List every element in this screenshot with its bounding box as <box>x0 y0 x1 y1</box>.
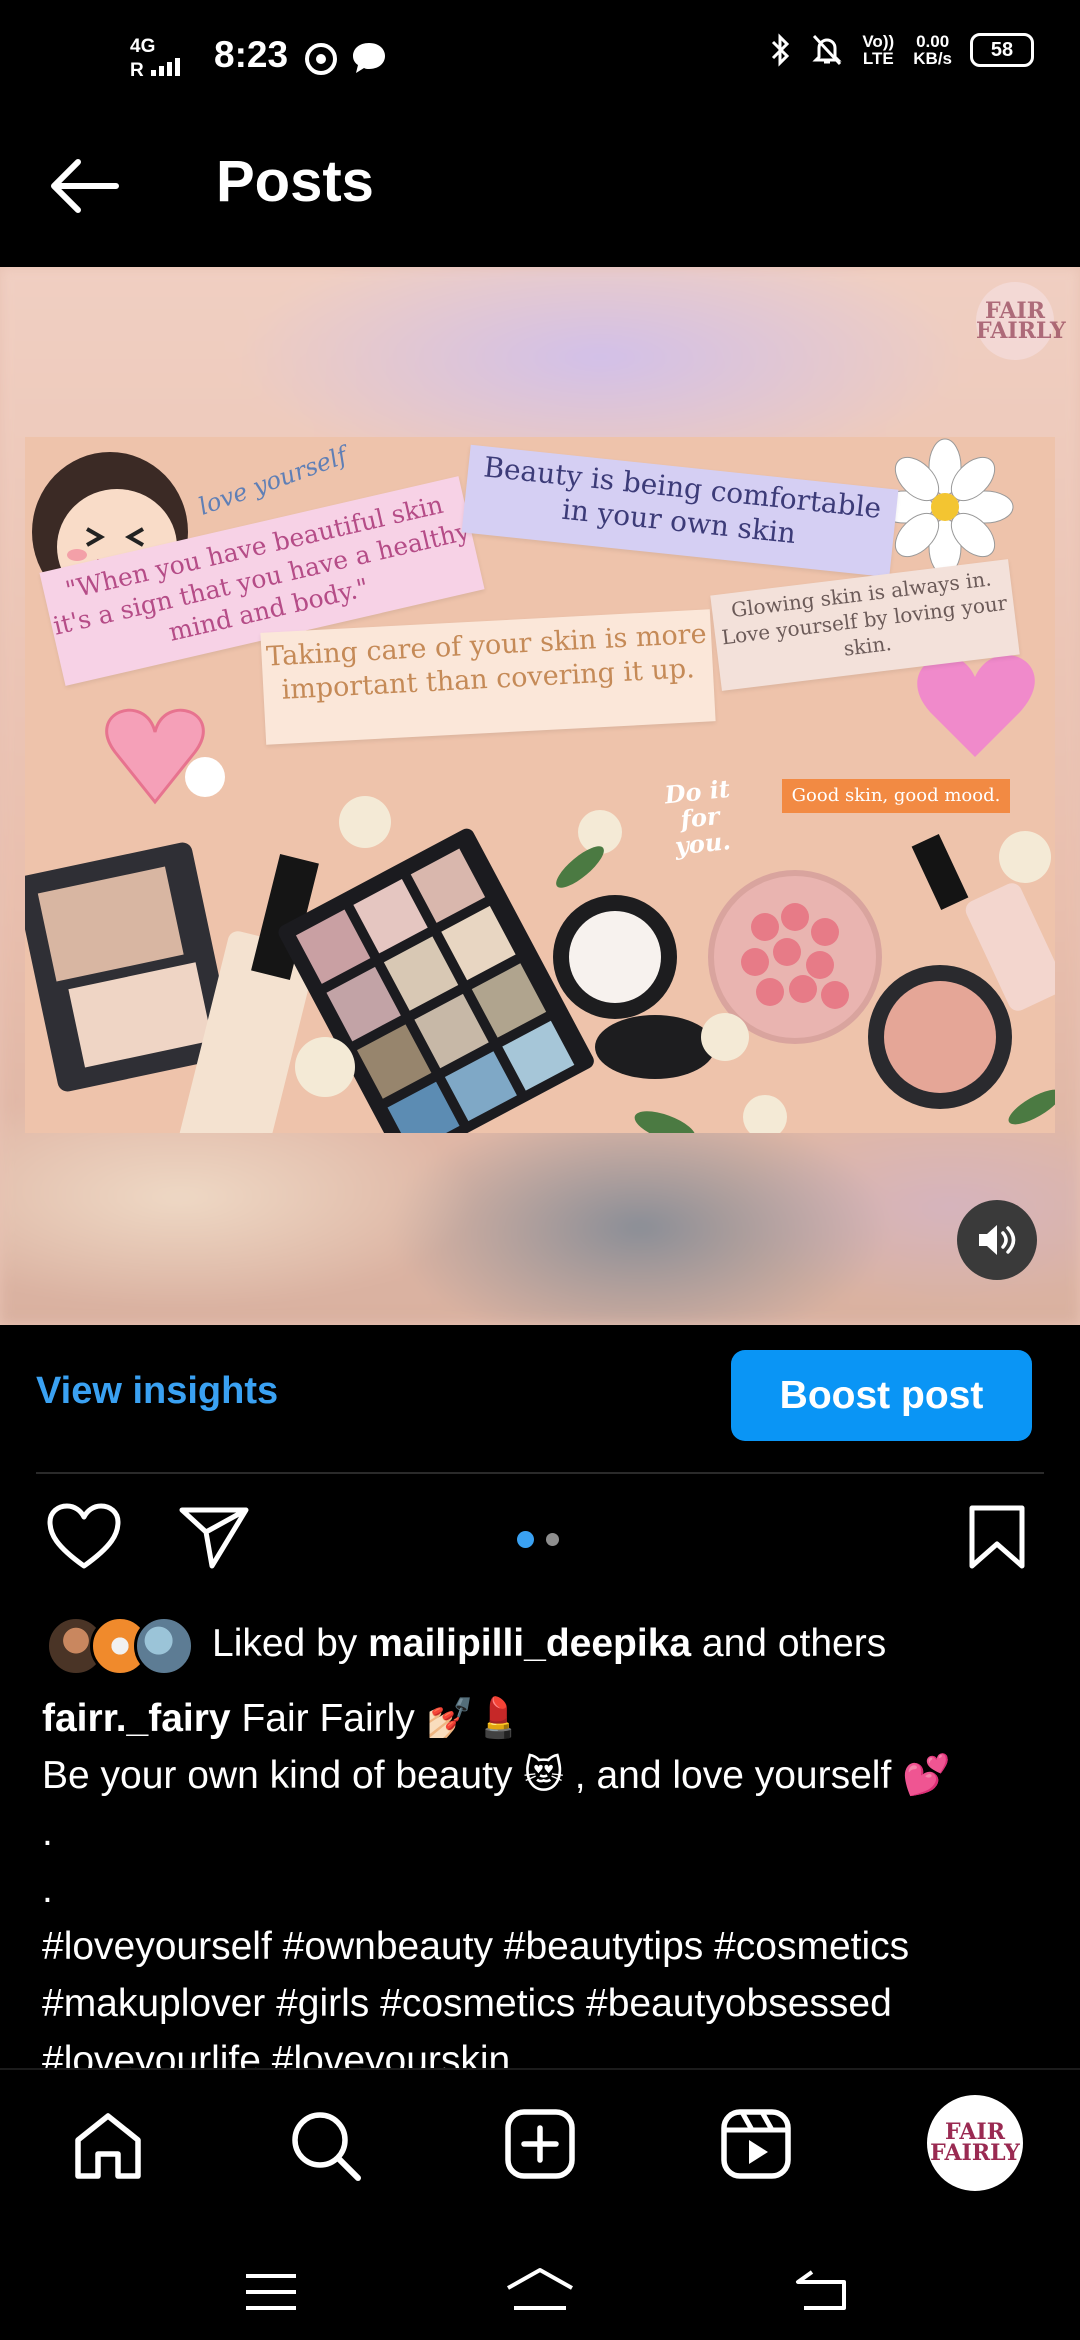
do-it-for-you-script: Do it for you. <box>663 773 732 861</box>
battery-indicator: 58 <box>970 33 1034 67</box>
bottom-nav <box>0 2068 1080 2220</box>
divider <box>36 1472 1044 1474</box>
status-right: Vo)) LTE 0.00 KB/s 58 <box>769 32 1034 68</box>
caption-first-line: Fair Fairly 💅🏻💄 <box>241 1697 523 1740</box>
quote-note-5: Good skin, good mood. <box>782 779 1010 813</box>
clock: 8:23 <box>214 34 289 75</box>
status-bar: 4G R 8:23 Vo)) LTE 0.00 KB/s 58 <box>0 0 1080 110</box>
bluetooth-icon <box>772 33 790 67</box>
profile-logo-line2: FAIRLY <box>930 2140 1020 2166</box>
save-bookmark-icon[interactable] <box>966 1504 1028 1570</box>
caption-username[interactable]: fairr._fairy <box>42 1697 231 1740</box>
hashtags-line[interactable]: #loveyourself #ownbeauty #beautytips #co… <box>42 1918 1052 1975</box>
home-system-icon[interactable] <box>504 2266 576 2314</box>
share-send-icon[interactable] <box>178 1504 250 1570</box>
battery-level: 58 <box>990 38 1014 61</box>
boost-post-button[interactable]: Boost post <box>731 1350 1032 1441</box>
system-nav-bar <box>0 2218 1080 2340</box>
caption-line: Be your own kind of beauty 😻 , and love … <box>42 1754 951 1797</box>
quote-note-3: Taking care of your skin is more importa… <box>260 609 716 745</box>
roaming-label: R <box>130 60 144 81</box>
liked-suffix: and others <box>701 1622 887 1665</box>
watermark-logo: FAIR FAIRLY <box>976 282 1066 360</box>
back-system-icon[interactable] <box>794 2268 850 2312</box>
hashtags-line[interactable]: #makuplover #girls #cosmetics #beautyobs… <box>42 1975 1052 2032</box>
sound-toggle-button[interactable] <box>957 1200 1037 1280</box>
speed-value: 0.00 <box>916 32 950 51</box>
glossy-heart-icon <box>917 654 1035 757</box>
blush-compact-icon <box>868 965 1012 1109</box>
view-insights-link[interactable]: View insights <box>36 1370 278 1413</box>
signal-icon <box>151 58 181 76</box>
carousel-dot <box>546 1533 559 1546</box>
bear-icon <box>185 757 225 797</box>
daisy-flower-icon <box>876 438 1014 576</box>
volte-label: Vo)) LTE <box>862 32 895 68</box>
message-icon <box>353 43 385 73</box>
network-speed: 0.00 KB/s <box>913 33 952 67</box>
liked-username[interactable]: mailipilli_deepika <box>368 1622 691 1665</box>
like-heart-icon[interactable] <box>46 1502 122 1572</box>
page-title: Posts <box>216 149 374 214</box>
avatar <box>134 1616 194 1676</box>
reels-icon[interactable] <box>720 2108 792 2180</box>
post-image: love yourself "When you have beautiful s… <box>25 437 1055 1133</box>
search-icon[interactable] <box>288 2108 364 2184</box>
post-caption: fairr._fairy Fair Fairly 💅🏻💄 Be your own… <box>42 1690 1052 2089</box>
speaker-icon <box>979 1225 1016 1255</box>
mute-icon <box>812 34 842 66</box>
carousel-dot-active <box>517 1531 534 1548</box>
liked-by-avatars[interactable] <box>46 1616 194 1676</box>
menu-icon[interactable] <box>244 2272 298 2312</box>
back-arrow-icon[interactable] <box>46 150 122 222</box>
liked-by-text[interactable]: Liked by mailipilli_deepika and others <box>212 1622 886 1666</box>
profile-tab-avatar[interactable]: FAIR FAIRLY <box>927 2095 1023 2191</box>
caption-dot: . <box>42 1811 53 1854</box>
liked-prefix: Liked by <box>212 1622 358 1665</box>
network-indicator: 4G R <box>130 36 189 81</box>
chrome-icon <box>305 43 337 75</box>
network-label: 4G <box>130 36 156 57</box>
home-icon[interactable] <box>72 2110 144 2182</box>
caption-dot: . <box>42 1868 53 1911</box>
create-post-icon[interactable] <box>504 2108 576 2180</box>
watermark-line2: FAIRLY <box>976 318 1066 344</box>
speed-unit: KB/s <box>913 49 952 68</box>
